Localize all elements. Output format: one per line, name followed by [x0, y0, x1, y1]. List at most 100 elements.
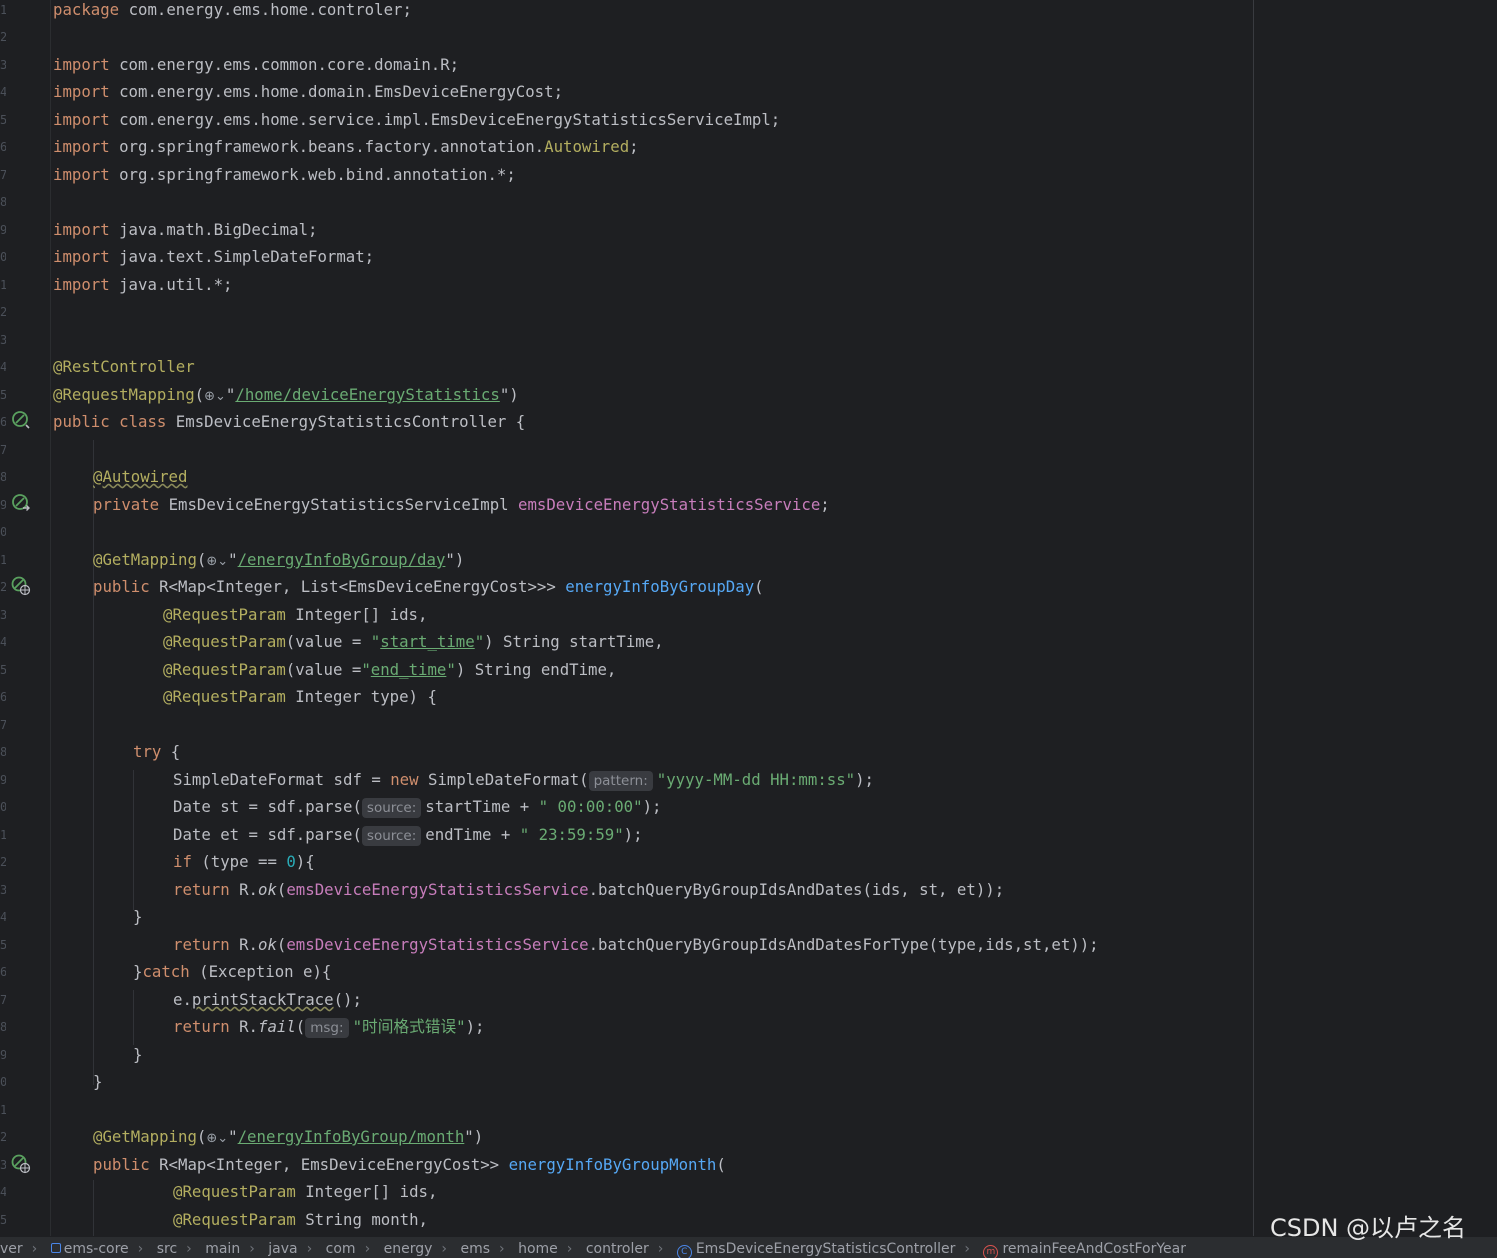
code-line[interactable]: import java.text.SimpleDateFormat; [53, 247, 374, 274]
code-line[interactable]: public R<Map<Integer, List<EmsDeviceEner… [93, 577, 764, 604]
breadcrumb-item[interactable]: controler [586, 1241, 649, 1257]
url-path-link[interactable]: /energyInfoByGroup/day [238, 550, 446, 569]
code-line[interactable]: import com.energy.ems.home.domain.EmsDev… [53, 82, 563, 109]
line-number: 3 [0, 1158, 6, 1172]
breadcrumb-item[interactable]: java [268, 1241, 297, 1257]
type-name: EmsDeviceEnergyStatisticsServiceImpl [159, 495, 519, 514]
code-line[interactable]: @GetMapping(⊕⌄"/energyInfoByGroup/day") [93, 550, 464, 577]
keyword: try [133, 742, 162, 761]
line-number: 0 [0, 525, 6, 539]
line-number: 7 [0, 718, 6, 732]
return-type: R<Map<Integer, EmsDeviceEnergyCost>> [149, 1155, 509, 1174]
code-line[interactable]: import java.util.*; [53, 275, 232, 302]
code-line[interactable]: public R<Map<Integer, EmsDeviceEnergyCos… [93, 1155, 726, 1182]
code-line[interactable]: @RequestMapping(⊕⌄"/home/deviceEnergySta… [53, 385, 519, 412]
code-line[interactable]: @Autowired [93, 467, 187, 494]
method-name: energyInfoByGroupMonth [508, 1155, 717, 1174]
line-number: 1 [0, 278, 6, 292]
line-number: 4 [0, 635, 6, 649]
web-endpoint-icon[interactable] [11, 576, 31, 596]
code-line[interactable]: } [93, 1072, 102, 1099]
string-literal: 23:59:59 [529, 825, 615, 844]
import-path: com.energy.ems.home.service.impl.EmsDevi… [109, 110, 781, 129]
line-number: 9 [0, 223, 6, 237]
globe-icon[interactable]: ⊕⌄ [206, 552, 228, 572]
code-line[interactable]: @RequestParam(value ="end_time") String … [163, 660, 616, 687]
method-call: .batchQueryByGroupIdsAndDates(ids, st, e… [588, 880, 1005, 899]
web-endpoint-icon[interactable] [11, 1154, 31, 1174]
code-line[interactable]: import com.energy.ems.home.service.impl.… [53, 110, 780, 137]
import-path: com.energy.ems.common.core.domain.R; [109, 55, 460, 74]
code-editor[interactable]: 1 2 3 4 5 6 7 8 9 0 1 2 3 4 5 6 7 8 9 0 … [0, 0, 1497, 1236]
code-line[interactable]: import com.energy.ems.common.core.domain… [53, 55, 459, 82]
keyword: public [93, 577, 150, 596]
code-line[interactable]: public class EmsDeviceEnergyStatisticsCo… [53, 412, 525, 439]
autowired-bean-icon[interactable] [11, 493, 31, 513]
code-line[interactable]: } [133, 907, 142, 934]
annotation-arg: (value = [285, 632, 371, 651]
breadcrumb-item[interactable]: home [518, 1241, 558, 1257]
globe-icon[interactable]: ⊕⌄ [206, 1129, 228, 1149]
line-number: 9 [0, 498, 6, 512]
code-line[interactable]: @RequestParam Integer type) { [163, 687, 437, 714]
keyword: import [53, 275, 110, 294]
url-path-link[interactable]: /home/deviceEnergyStatistics [235, 385, 499, 404]
code-line[interactable]: import org.springframework.web.bind.anno… [53, 165, 516, 192]
breadcrumb-item[interactable]: src [157, 1241, 177, 1257]
bean-icon[interactable] [11, 410, 31, 430]
keyword: import [53, 55, 110, 74]
code-line[interactable]: Date st = sdf.parse(source: startTime + "… [173, 797, 661, 824]
code-line[interactable]: @RequestParam String month, [173, 1210, 428, 1236]
line-number: 4 [0, 910, 6, 924]
line-number: 1 [0, 553, 6, 567]
indent-guide [133, 770, 134, 910]
keyword: package [53, 0, 120, 19]
code-line[interactable]: try { [133, 742, 180, 769]
code-line[interactable]: e.printStackTrace(); [173, 990, 362, 1017]
code-line[interactable]: Date et = sdf.parse(source: endTime + " 2… [173, 825, 643, 852]
code-line[interactable]: } [133, 1045, 142, 1072]
breadcrumb-item[interactable]: ems-core [64, 1241, 129, 1257]
breadcrumb-item[interactable]: ver [0, 1241, 23, 1257]
import-path: java.text.SimpleDateFormat; [109, 247, 375, 266]
line-number: 5 [0, 663, 6, 677]
line-number: 8 [0, 745, 6, 759]
line-number: 5 [0, 388, 6, 402]
code-line[interactable]: import java.math.BigDecimal; [53, 220, 317, 247]
code-line[interactable]: @RestController [53, 357, 195, 384]
static-method: ok [258, 880, 277, 899]
keyword: import [53, 110, 110, 129]
parameter: Integer[] ids, [295, 1182, 438, 1201]
code-line[interactable]: private EmsDeviceEnergyStatisticsService… [93, 495, 830, 522]
globe-icon[interactable]: ⊕⌄ [204, 387, 226, 407]
code-line[interactable]: import org.springframework.beans.factory… [53, 137, 639, 164]
code-line[interactable]: @RequestParam Integer[] ids, [173, 1182, 437, 1209]
breadcrumb-item[interactable]: EmsDeviceEnergyStatisticsController [696, 1241, 956, 1257]
class-ref: R. [229, 1017, 259, 1036]
breadcrumb-item[interactable]: com [326, 1241, 356, 1257]
code-line[interactable]: @RequestParam Integer[] ids, [163, 605, 427, 632]
breadcrumb-item[interactable]: energy [384, 1241, 433, 1257]
keyword: import [53, 220, 110, 239]
code-line[interactable]: @GetMapping(⊕⌄"/energyInfoByGroup/month"… [93, 1127, 483, 1154]
line-number: 7 [0, 168, 6, 182]
breadcrumb-item[interactable]: ems [460, 1241, 490, 1257]
code-line[interactable]: return R.ok(emsDeviceEnergyStatisticsSer… [173, 880, 1004, 907]
code-line[interactable]: package com.energy.ems.home.controler; [53, 0, 412, 27]
code-line[interactable]: }catch (Exception e){ [133, 962, 331, 989]
parameter-hint: pattern: [588, 771, 653, 791]
class-ref: R. [229, 935, 259, 954]
line-number: 8 [0, 195, 6, 209]
code-line[interactable]: @RequestParam(value = "start_time") Stri… [163, 632, 664, 659]
annotation: @GetMapping [93, 550, 197, 569]
code-line[interactable]: if (type == 0){ [173, 852, 315, 879]
code-line[interactable]: return R.fail(msg: "时间格式错误"); [173, 1017, 484, 1044]
breadcrumb-item[interactable]: remainFeeAndCostForYear [1002, 1241, 1186, 1257]
string-literal: end_time [370, 660, 447, 679]
code-line[interactable]: return R.ok(emsDeviceEnergyStatisticsSer… [173, 935, 1099, 962]
indent-guide [93, 440, 94, 1085]
url-path-link[interactable]: /energyInfoByGroup/month [238, 1127, 465, 1146]
breadcrumb-item[interactable]: main [205, 1241, 240, 1257]
constructor: SimpleDateFormat( [418, 770, 589, 789]
code-line[interactable]: SimpleDateFormat sdf = new SimpleDateFor… [173, 770, 874, 797]
